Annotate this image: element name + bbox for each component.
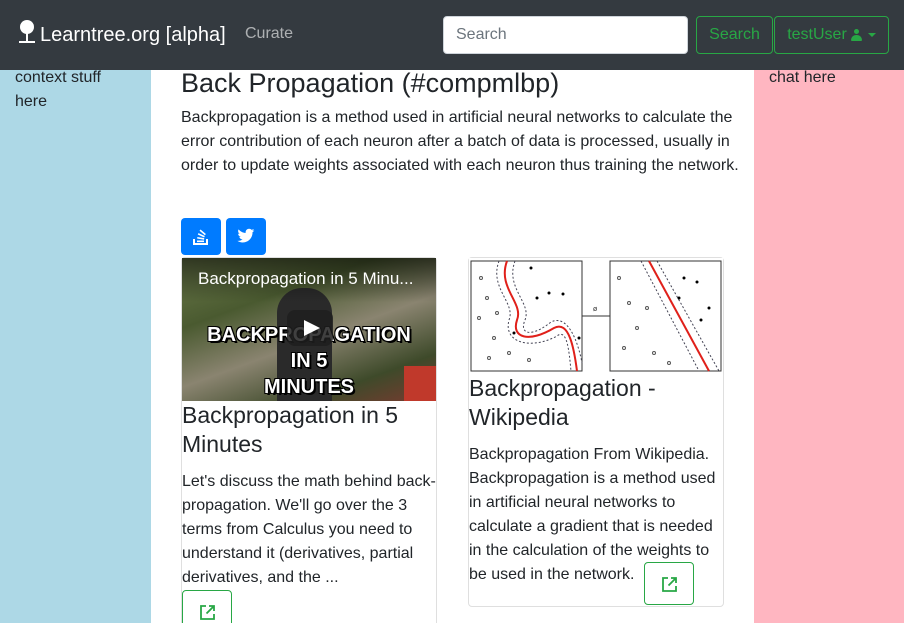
brand-link[interactable]: Learntree.org [alpha] <box>18 20 226 50</box>
search-input[interactable] <box>443 16 688 54</box>
video-thumbnail[interactable]: Backpropagation in 5 Minu... BACKPROPAGA… <box>182 258 436 401</box>
play-icon[interactable] <box>287 310 333 346</box>
user-menu-button[interactable]: testUser <box>774 16 889 54</box>
chat-panel <box>754 70 904 623</box>
stack-overflow-button[interactable] <box>181 218 221 255</box>
user-icon <box>850 29 862 41</box>
brand-label: Learntree.org [alpha] <box>40 23 226 46</box>
page-title: Back Propagation (#compmlbp) <box>181 68 560 98</box>
video-overlay-title: Backpropagation in 5 Minu... <box>182 258 436 302</box>
thumbnail-text-2: IN 5 <box>290 350 328 372</box>
card-title[interactable]: Backpropagation - Wikipedia <box>469 374 723 432</box>
chat-text: chat here <box>769 69 836 86</box>
navbar: Learntree.org [alpha] Curate Search test… <box>0 0 904 70</box>
tree-icon <box>18 20 36 50</box>
twitter-icon <box>237 228 255 243</box>
external-link-icon <box>200 605 215 620</box>
twitter-share-button[interactable] <box>226 218 266 255</box>
external-link-icon <box>662 577 677 592</box>
thumbnail-text-3: MINUTES <box>264 376 354 398</box>
open-link-button[interactable] <box>644 562 694 605</box>
open-link-button[interactable] <box>182 590 232 623</box>
nav-link-curate[interactable]: Curate <box>245 25 293 43</box>
resource-card-wikipedia: ø Backpropagation - Wikipedia Backpropag… <box>468 257 724 607</box>
caret-down-icon <box>867 33 876 37</box>
wikipedia-diagram-image[interactable]: ø <box>469 258 723 374</box>
search-button[interactable]: Search <box>696 16 773 54</box>
card-title[interactable]: Backpropagation in 5 Minutes <box>182 401 436 459</box>
stack-overflow-icon <box>193 229 208 245</box>
resource-card-video: Backpropagation in 5 Minu... BACKPROPAGA… <box>181 257 437 623</box>
card-description: Let's discuss the math behind back-propa… <box>182 473 436 586</box>
context-text: context stuff here <box>15 69 101 110</box>
svg-text:ø: ø <box>593 305 598 313</box>
topic-description: Backpropagation is a method used in arti… <box>181 109 739 174</box>
user-name: testUser <box>787 26 847 43</box>
context-panel <box>0 70 151 623</box>
